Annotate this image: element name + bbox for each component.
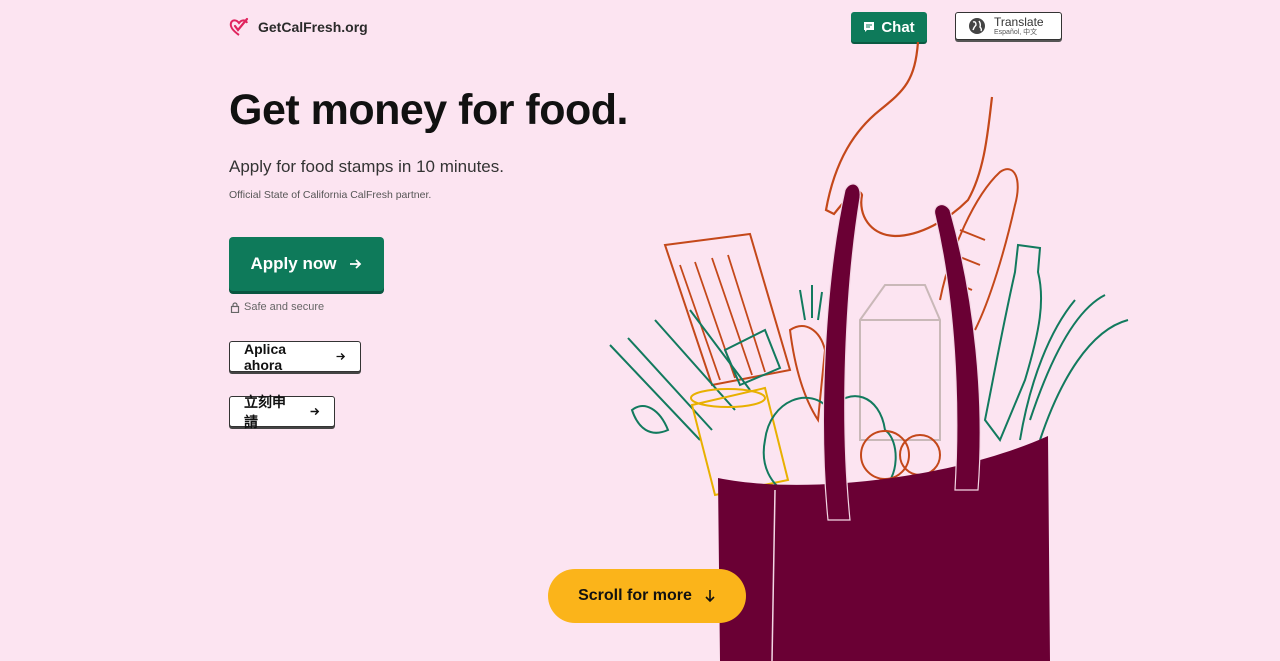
translate-button[interactable]: Translate Español, 中文 xyxy=(955,12,1062,40)
apply-now-button[interactable]: Apply now xyxy=(229,237,384,291)
arrow-down-icon xyxy=(705,590,715,603)
hero-subtitle: Apply for food stamps in 10 minutes. xyxy=(229,157,504,176)
chinese-apply-label: 立刻申請 xyxy=(244,393,286,430)
scroll-label: Scroll for more xyxy=(578,587,692,604)
secure-note: Safe and secure xyxy=(230,301,324,313)
chat-button[interactable]: Chat xyxy=(851,12,927,42)
partner-note: Official State of California CalFresh pa… xyxy=(229,189,432,201)
aplica-ahora-label: Aplica ahora xyxy=(244,340,287,373)
logo-text: GetCalFresh.org xyxy=(258,19,368,35)
apply-now-label: Apply now xyxy=(250,254,337,273)
page-title: Get money for food. xyxy=(229,86,629,134)
lock-icon xyxy=(230,301,240,313)
translate-sub-label: Español, 中文 xyxy=(994,29,1038,36)
grocery-bag-illustration xyxy=(609,41,1129,661)
chat-bubble-icon xyxy=(864,22,875,32)
globe-icon xyxy=(969,18,985,34)
arrow-right-icon xyxy=(336,352,346,361)
arrow-right-icon xyxy=(310,407,320,416)
aplica-ahora-button[interactable]: Aplica ahora xyxy=(229,340,361,373)
site-logo[interactable]: GetCalFresh.org xyxy=(228,16,368,38)
secure-label: Safe and secure xyxy=(244,301,325,313)
translate-label: Translate xyxy=(994,15,1044,29)
heart-check-icon xyxy=(229,17,249,36)
arrow-right-icon xyxy=(350,259,362,269)
scroll-for-more-button[interactable]: Scroll for more xyxy=(548,569,746,623)
chinese-apply-button[interactable]: 立刻申請 xyxy=(229,394,335,430)
chat-label: Chat xyxy=(881,18,915,36)
